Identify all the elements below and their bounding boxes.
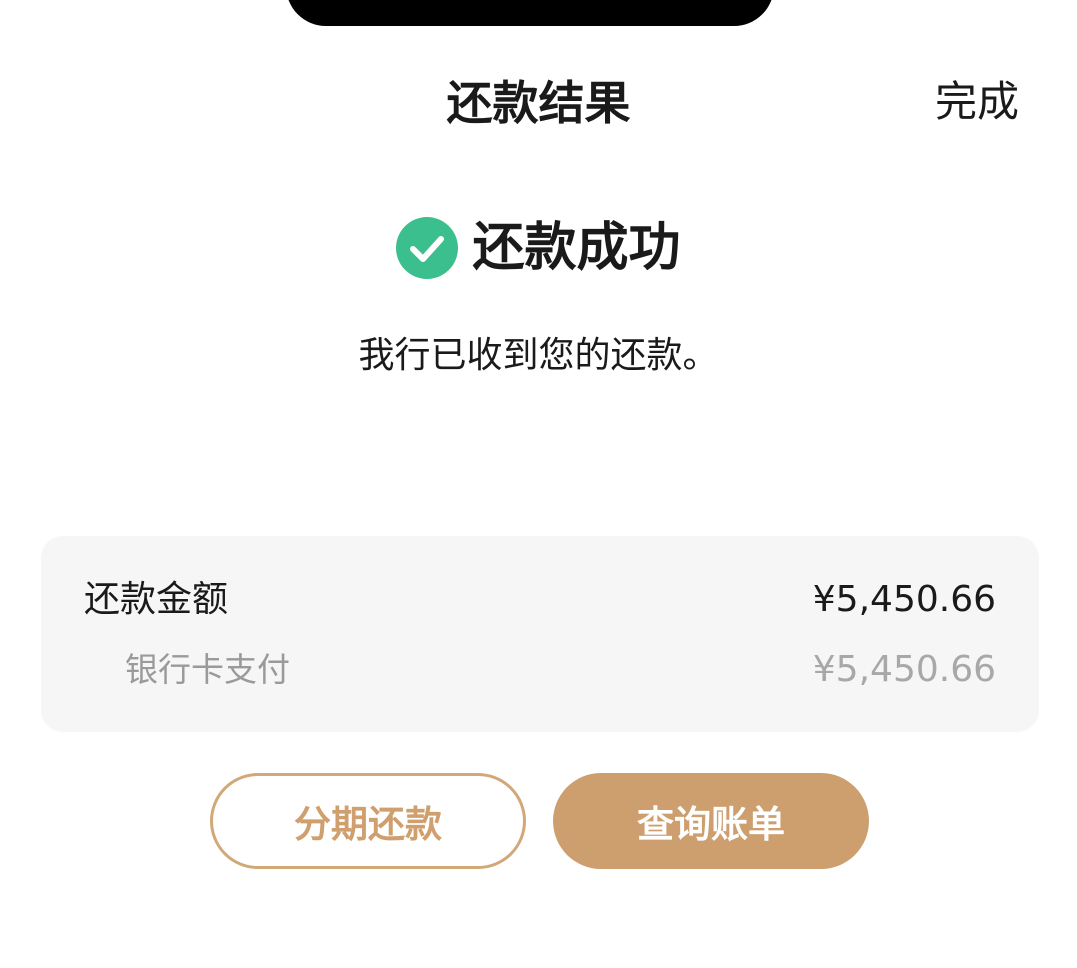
status-description: 我行已收到您的还款。	[358, 335, 719, 376]
status-header: 还款成功	[0, 212, 1077, 284]
check-circle-icon	[396, 217, 459, 279]
device-notch	[286, 0, 774, 26]
repayment-summary-card: 还款金额 ¥5,450.66 银行卡支付 ¥5,450.66	[41, 536, 1039, 732]
payment-method-value: ¥5,450.66	[812, 649, 996, 690]
amount-value: ¥5,450.66	[812, 579, 996, 620]
payment-method-label: 银行卡支付	[125, 650, 290, 689]
page-title: 还款结果	[446, 76, 631, 130]
done-button[interactable]: 完成	[935, 74, 1019, 130]
installment-button[interactable]: 分期还款	[210, 773, 526, 869]
view-bill-button[interactable]: 查询账单	[553, 773, 869, 869]
status-title: 还款成功	[472, 218, 681, 278]
amount-label: 还款金额	[84, 579, 229, 620]
